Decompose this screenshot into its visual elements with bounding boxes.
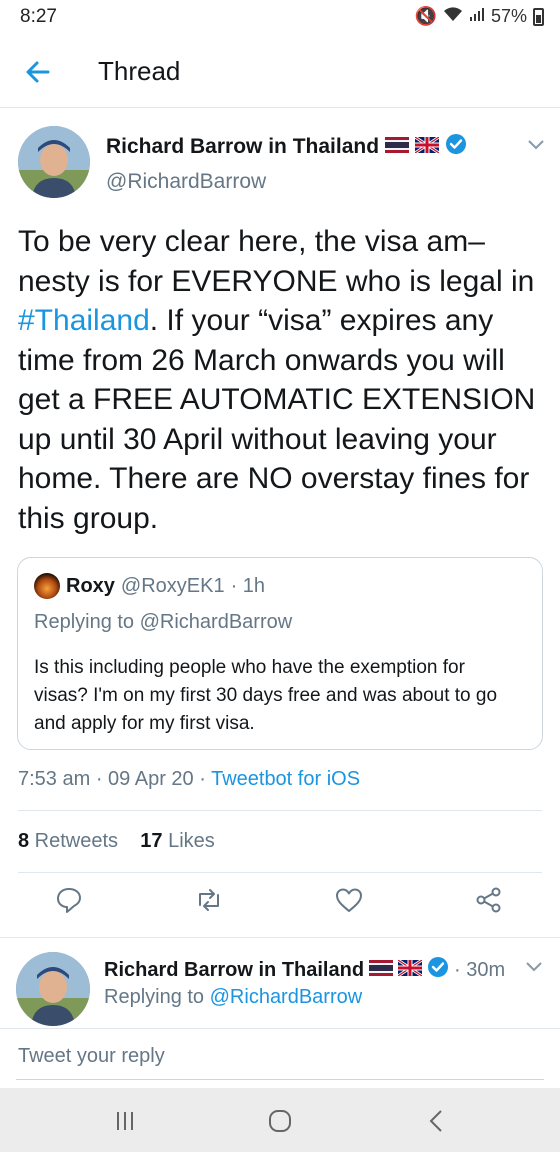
replying-mention-link[interactable]: @RichardBarrow	[210, 986, 363, 1008]
tweet-line: nesty is for EVERYONE who is legal in	[18, 264, 535, 298]
reply-icon[interactable]	[54, 885, 84, 915]
reply-time: · 30m	[454, 958, 506, 981]
reply-author-name: Richard Barrow in Thailand	[104, 958, 365, 981]
quote-header: Roxy @RoxyEK1 · 1h	[34, 573, 265, 599]
replying-prefix: Replying to	[104, 986, 210, 1008]
thailand-flag-icon	[385, 135, 410, 159]
status-time: 8:27	[20, 6, 57, 27]
tweet-handle[interactable]: @RichardBarrow	[106, 170, 266, 194]
back-nav-icon[interactable]	[422, 1106, 452, 1136]
action-bar	[0, 885, 560, 925]
quote-time: · 1h	[230, 574, 266, 597]
tweet-line: #Thailand. If your “visa” expires any	[18, 301, 548, 341]
quote-replying-to: Replying to @RichardBarrow	[34, 611, 293, 633]
verified-badge-icon	[427, 956, 449, 984]
battery-icon	[533, 7, 544, 26]
tweet-line: To be very clear here, the visa am–	[18, 225, 485, 258]
wifi-icon	[443, 6, 463, 27]
tweet-line: this group.	[18, 501, 159, 535]
tweet-line: up until 30 April without leaving your	[18, 422, 497, 456]
tweet-line: get a FREE AUTOMATIC EXTENSION	[18, 383, 536, 416]
page-title: Thread	[98, 56, 181, 86]
back-arrow-icon[interactable]	[22, 56, 54, 88]
quoted-tweet[interactable]: Roxy @RoxyEK1 · 1h Replying to @RichardB…	[17, 557, 543, 750]
tweet-line: home. There are NO overstay fines for	[18, 462, 530, 495]
quote-text: Is this including people who have the ex…	[34, 657, 498, 734]
signal-icon	[469, 6, 485, 27]
uk-flag-icon	[397, 958, 423, 982]
mute-icon: 🔇	[414, 6, 437, 26]
recent-apps-icon[interactable]	[110, 1106, 140, 1136]
author-name: Richard Barrow in Thailand	[106, 135, 380, 158]
home-icon[interactable]	[265, 1106, 295, 1136]
status-bar: 8:27 🔇 57%	[0, 0, 560, 34]
thailand-flag-icon	[369, 959, 394, 982]
uk-flag-icon	[414, 135, 440, 159]
retweets-stat[interactable]: 8 Retweets	[18, 830, 118, 852]
likes-label: Likes	[162, 830, 215, 852]
tweet-stats: 8 Retweets 17 Likes	[18, 830, 215, 853]
retweet-icon[interactable]	[194, 885, 224, 915]
tweet-author[interactable]: Richard Barrow in Thailand	[106, 133, 467, 161]
status-icons: 🔇 57%	[415, 6, 544, 27]
app-bar: Thread	[0, 34, 560, 108]
chevron-down-icon[interactable]	[524, 960, 544, 979]
reply-input-placeholder[interactable]: Tweet your reply	[18, 1045, 165, 1068]
verified-badge-icon	[445, 133, 467, 161]
battery-percent: 57%	[490, 6, 527, 26]
tweet-source-link[interactable]: Tweetbot for iOS	[211, 768, 360, 790]
tweet-timestamp: 7:53 am · 09 Apr 20 ·	[18, 768, 212, 790]
input-underline	[16, 1079, 544, 1080]
compose-bar[interactable]: Tweet your reply	[0, 1028, 560, 1088]
tweet-body: To be very clear here, the visa am– nest…	[18, 222, 548, 538]
quote-avatar	[34, 573, 60, 599]
system-nav-bar	[0, 1088, 560, 1152]
tweet-line-rest: . If your “visa” expires any	[149, 304, 494, 337]
tweet-meta: 7:53 am · 09 Apr 20 · Tweetbot for iOS	[18, 768, 360, 791]
heart-icon[interactable]	[334, 885, 364, 915]
share-icon[interactable]	[474, 885, 504, 915]
tweet-line: time from 26 March onwards you will	[18, 343, 505, 377]
retweets-count: 8	[18, 830, 30, 852]
divider	[0, 937, 560, 938]
hashtag-link[interactable]: #Thailand	[18, 304, 150, 337]
divider	[18, 810, 542, 811]
reply-author-row[interactable]: Richard Barrow in Thailand · 30m	[104, 956, 505, 984]
divider	[18, 872, 542, 873]
author-avatar[interactable]	[18, 126, 90, 198]
reply-replying-to: Replying to @RichardBarrow	[104, 986, 362, 1009]
reply-avatar[interactable]	[16, 952, 90, 1026]
likes-stat[interactable]: 17 Likes	[140, 830, 215, 852]
chevron-down-icon[interactable]	[526, 138, 546, 157]
quote-name: Roxy	[66, 574, 115, 597]
retweets-label: Retweets	[29, 830, 119, 852]
quote-handle: @RoxyEK1	[120, 574, 225, 597]
likes-count: 17	[140, 830, 163, 852]
